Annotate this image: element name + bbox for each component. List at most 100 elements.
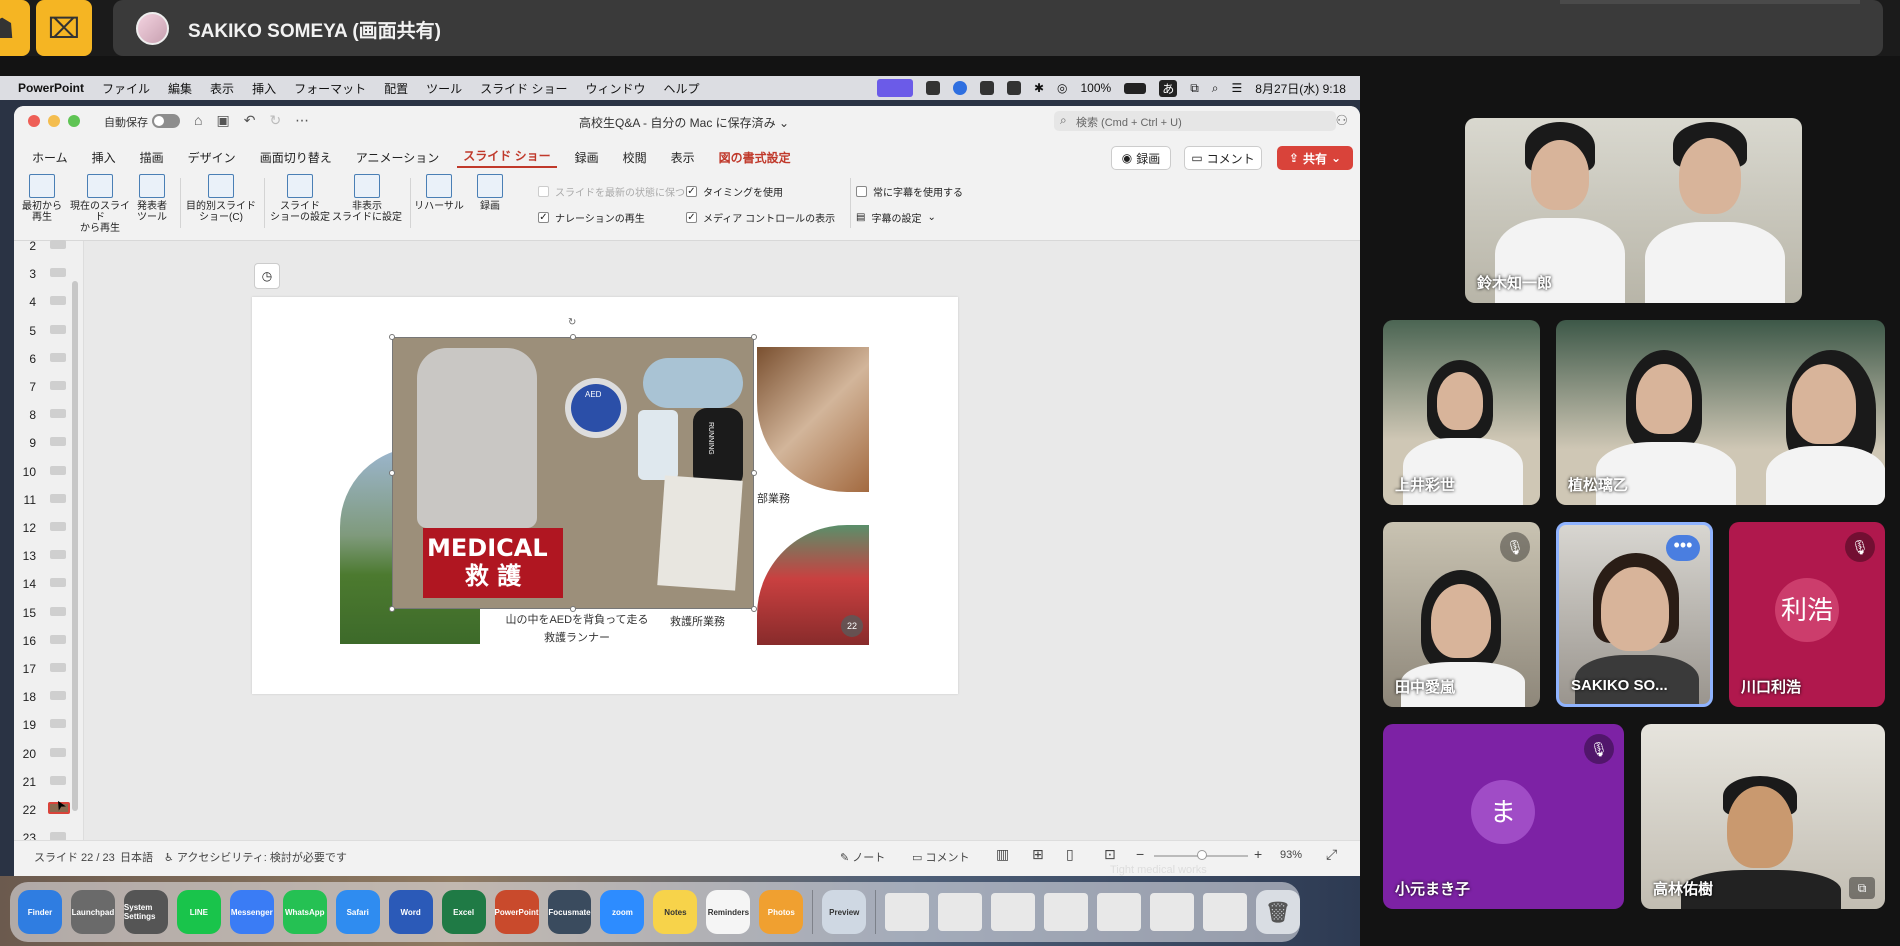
slide-thumbnail[interactable]: 19 [20,714,76,737]
use-timing-checkbox[interactable]: ✓ タイミングを使用 [686,184,783,199]
presenter-tools-button[interactable]: 発表者 ツール [132,174,172,223]
tab-design[interactable]: デザイン [182,149,242,166]
zoom-menubar-icon[interactable] [952,81,967,95]
menu-tools[interactable]: ツール [426,80,462,97]
dock-app-notes[interactable]: Notes [653,890,698,934]
slide-thumbnail[interactable]: 2 [20,235,76,258]
more-icon[interactable]: ⋯ [295,112,309,129]
tab-home[interactable]: ホーム [26,149,74,166]
sorter-view-icon[interactable]: ⊞ [1032,846,1044,863]
zoom-window-icon[interactable] [68,115,80,127]
menu-insert[interactable]: 挿入 [252,80,276,97]
slide-thumbnail[interactable]: 13 [20,545,76,568]
tab-record[interactable]: 録画 [569,149,605,166]
menu-edit[interactable]: 編集 [168,80,192,97]
tab-transitions[interactable]: 画面切り替え [254,149,338,166]
minimize-icon[interactable] [48,115,60,127]
slide-thumbnail[interactable]: 12 [20,517,76,540]
record-button[interactable]: ◉ 録画 [1111,146,1171,170]
dock-app-excel[interactable]: Excel [441,890,486,934]
zoom-out-icon[interactable]: − [1136,846,1144,862]
dock-app-line[interactable]: LINE [176,890,221,934]
menubar-app-icon[interactable] [925,81,940,95]
resize-handle[interactable] [570,334,576,340]
dock-app-whatsapp[interactable]: WhatsApp [282,890,327,934]
accessibility-status[interactable]: ♿ アクセシビリティ: 検討が必要です [164,849,347,865]
tab-review[interactable]: 校閲 [617,149,653,166]
resize-handle[interactable] [389,606,395,612]
language[interactable]: 日本語 [120,849,153,865]
line-menubar-icon[interactable] [979,81,994,95]
tab-view[interactable]: 表示 [665,149,701,166]
screen-share-status-icon[interactable] [876,79,913,97]
slide-thumbnail[interactable]: 17 [20,658,76,681]
search-icon[interactable]: ⌕ [1212,81,1219,96]
menu-app[interactable]: PowerPoint [18,81,84,95]
slide-thumbnail[interactable]: 18 [20,686,76,709]
copilot-icon[interactable]: ◷ [254,263,280,289]
resize-handle[interactable] [389,334,395,340]
ime-indicator[interactable]: あ [1159,79,1178,97]
thumbnail-scrollbar[interactable] [72,281,78,811]
tab-slideshow[interactable]: スライド ショー [457,147,557,168]
participant-icon[interactable]: ☗ [0,0,30,56]
slide-thumbnail[interactable]: 16 [20,630,76,653]
room-icon[interactable]: ⌧ [36,0,92,56]
participant-tile-3[interactable]: 植松璃乙 [1556,320,1885,505]
more-options-icon[interactable]: ••• [1666,535,1700,561]
participant-tile-1[interactable]: 鈴木知一郎 [1465,118,1802,303]
custom-slideshow-button[interactable]: 目的別スライド ショー(C) [186,174,256,223]
always-subtitles-checkbox[interactable]: 常に字幕を使用する [856,184,963,199]
trash-icon[interactable]: 🗑 [1255,890,1300,934]
menu-help[interactable]: ヘルプ [663,80,699,97]
menu-file[interactable]: ファイル [102,80,150,97]
zoom-in-icon[interactable]: + [1254,846,1262,862]
slide-thumbnail[interactable]: 20 [20,743,76,766]
dock-app-launchpad[interactable]: Launchpad [70,890,115,934]
minimized-window[interactable] [1150,893,1194,931]
dock-app-word[interactable]: Word [388,890,433,934]
slide-thumbnail[interactable]: 8 [20,404,76,427]
save-icon[interactable]: ▣ [216,112,229,129]
selected-equipment-photo[interactable]: AED RUNNING MEDICAL 救 護 [392,337,754,609]
dock-app-reminders[interactable]: Reminders [706,890,751,934]
dock-app-messenger[interactable]: Messenger [229,890,274,934]
slide-canvas[interactable]: 部業務 22 AED RUNNING MEDICAL 救 護 ↻ 山の中をAED… [252,297,958,694]
menu-format[interactable]: フォーマット [294,80,366,97]
slide-thumbnail[interactable]: 5 [20,320,76,343]
zoom-level[interactable]: 93% [1280,849,1302,861]
minimized-window[interactable] [1097,893,1142,931]
search-input[interactable]: ⌕ 検索 (Cmd + Ctrl + U) [1054,111,1336,131]
normal-view-icon[interactable]: ▥ [996,846,1009,863]
participant-tile-2[interactable]: 上井彩世 [1383,320,1540,505]
slide-thumbnail[interactable]: 21 [20,771,76,794]
participant-tile-5[interactable]: ••• SAKIKO SO... [1556,522,1713,707]
zoom-slider-knob[interactable] [1197,850,1207,860]
dock-app-focusmate[interactable]: Focusmate [547,890,592,934]
subtitle-settings-button[interactable]: ▤ 字幕の設定 ⌄ [856,210,936,225]
home-icon[interactable]: ⌂ [194,112,202,129]
slideshow-setup-button[interactable]: スライド ショーの設定 [270,174,330,223]
share-people-icon[interactable]: ⚇ [1335,112,1348,129]
dock-app-zoom[interactable]: zoom [600,890,645,934]
close-icon[interactable] [28,115,40,127]
share-button[interactable]: ⇪ 共有 ⌄ [1277,146,1353,170]
menu-window[interactable]: ウィンドウ [585,80,645,97]
tab-picture-format[interactable]: 図の書式設定 [713,149,797,166]
minimized-window[interactable] [1202,893,1247,931]
minimized-window[interactable] [938,893,983,931]
slide-thumbnail[interactable]: 4 [20,291,76,314]
control-center-icon[interactable]: ☰ [1232,81,1243,95]
dock-app-photos[interactable]: Photos [759,890,804,934]
slide-thumbnail[interactable]: 10 [20,461,76,484]
minimized-window[interactable] [885,893,930,931]
hide-slide-button[interactable]: 非表示 スライドに設定 [332,174,402,223]
menu-slideshow[interactable]: スライド ショー [480,80,567,97]
bluetooth-icon[interactable]: ✱ [1034,81,1044,95]
airplay-icon[interactable]: ◎ [1057,81,1067,95]
participant-tile-8[interactable]: ⧉ 高林佑樹 [1641,724,1885,909]
slide-thumbnail[interactable]: 11 [20,489,76,512]
tab-animations[interactable]: アニメーション [350,149,446,166]
keep-updated-checkbox[interactable]: スライドを最新の状態に保つ [538,184,685,199]
dock-app-powerpoint[interactable]: PowerPoint [494,890,539,934]
